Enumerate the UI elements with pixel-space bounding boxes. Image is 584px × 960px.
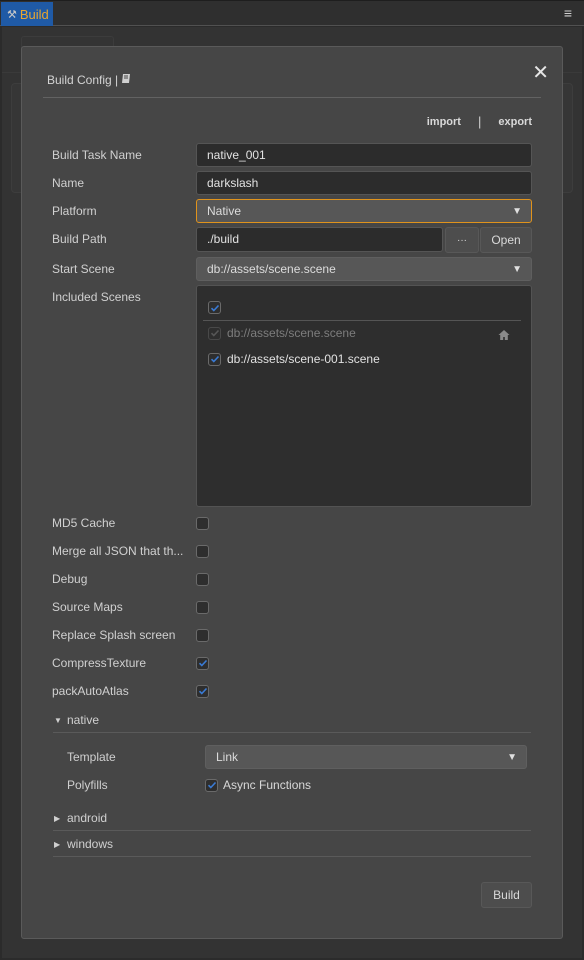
polyfills-row: Polyfills Async Functions [67,773,532,797]
template-label: Template [67,750,116,764]
section-divider [53,856,531,857]
option-source-maps: Source Maps [52,595,532,619]
browse-button[interactable]: ··· [445,227,479,253]
caret-down-icon: ▼ [54,715,62,725]
dropdown-arrow-icon: ▼ [512,263,522,275]
select-all-checkbox[interactable] [208,301,221,314]
import-export-bar: import | export [427,114,532,129]
start-scene-value: db://assets/scene.scene [207,262,336,276]
option-label: Replace Splash screen [52,628,176,642]
option-compress-texture: CompressTexture [52,651,532,675]
platform-label: Platform [52,204,97,218]
platform-select[interactable]: Native ▼ [196,199,532,223]
open-button[interactable]: Open [480,227,532,253]
option-label: CompressTexture [52,656,147,670]
build-task-name-label: Build Task Name [52,148,142,162]
start-scene-label: Start Scene [52,262,115,276]
scene-path: db://assets/scene.scene [227,326,356,340]
debug-checkbox[interactable] [196,572,209,586]
option-label: packAutoAtlas [52,684,129,698]
platform-value: Native [207,204,242,218]
option-label: Debug [52,572,88,586]
name-label: Name [52,176,85,190]
scene-path: db://assets/scene-001.scene [227,352,380,366]
section-native-header[interactable]: ▼ native [54,713,99,727]
select-all-scenes[interactable] [208,301,221,314]
replace-splash-checkbox[interactable] [196,628,209,642]
section-divider [53,830,531,831]
option-label: Source Maps [52,600,123,614]
tab-build[interactable]: ⚒ Build [1,2,53,26]
included-scenes-label: Included Scenes [52,290,141,304]
caret-right-icon: ▶ [54,839,61,849]
dropdown-arrow-icon: ▼ [512,205,522,217]
option-replace-splash: Replace Splash screen [52,623,532,647]
scene-checkbox[interactable] [208,352,221,366]
panel-tabbar: ⚒ Build ≡ [0,0,584,26]
section-android-label: android [67,811,108,825]
option-merge-json: Merge all JSON that th... [52,539,532,563]
async-functions-label: Async Functions [223,778,312,792]
option-label: MD5 Cache [52,516,116,530]
included-scenes-list: db://assets/scene.scene db://assets/scen… [196,285,532,507]
build-task-name-row: Build Task Name native_001 [52,143,532,167]
option-md5-cache: MD5 Cache [52,511,532,535]
async-functions-option[interactable]: Async Functions [205,778,311,792]
scene-item: db://assets/scene-001.scene [208,352,380,366]
option-debug: Debug [52,567,532,591]
dialog-title-text: Build Config | [47,73,119,87]
caret-right-icon: ▶ [54,813,61,823]
import-export-separator: | [477,114,482,129]
close-icon[interactable]: ✕ [532,60,549,85]
menu-icon[interactable]: ≡ [564,5,572,21]
build-button[interactable]: Build [481,882,532,908]
template-row: Template Link ▼ [67,745,532,769]
name-input[interactable]: darkslash [196,171,532,195]
option-pack-auto-atlas: packAutoAtlas [52,679,532,703]
compress-texture-checkbox[interactable] [196,656,209,670]
import-link[interactable]: import [427,116,461,128]
async-functions-checkbox[interactable] [205,778,218,792]
build-path-label: Build Path [52,232,107,246]
dropdown-arrow-icon: ▼ [507,751,517,763]
tab-build-label: Build [19,6,49,22]
dialog-title: Build Config | [47,73,132,87]
build-path-input[interactable]: ./build [196,226,443,252]
build-config-dialog: Build Config | ✕ import | export Build T… [21,46,563,939]
build-path-row: Build Path ./build ··· Open [52,226,532,253]
section-windows-header[interactable]: ▶ windows [54,837,113,851]
template-value: Link [216,750,239,764]
start-scene-select[interactable]: db://assets/scene.scene ▼ [196,257,532,281]
scene-item: db://assets/scene.scene [208,326,356,340]
book-icon[interactable] [121,73,132,87]
scene-checkbox [208,326,221,340]
polyfills-label: Polyfills [67,778,108,792]
merge-json-checkbox[interactable] [196,544,209,558]
home-icon [498,330,510,340]
option-label: Merge all JSON that th... [52,544,184,558]
name-row: Name darkslash [52,171,532,195]
platform-row: Platform Native ▼ [52,199,532,223]
pack-auto-atlas-checkbox[interactable] [196,684,209,698]
section-windows-label: windows [67,837,114,851]
template-select[interactable]: Link ▼ [205,745,527,769]
section-android-header[interactable]: ▶ android [54,811,107,825]
md5-cache-checkbox[interactable] [196,516,209,530]
section-divider [53,732,531,733]
build-task-name-input[interactable]: native_001 [196,143,532,167]
hammer-wrench-icon: ⚒ [7,8,17,21]
export-link[interactable]: export [498,116,532,128]
source-maps-checkbox[interactable] [196,600,209,614]
section-native-label: native [67,713,100,727]
start-scene-row: Start Scene db://assets/scene.scene ▼ [52,257,532,281]
scene-list-divider [203,320,521,321]
title-divider [43,97,541,98]
